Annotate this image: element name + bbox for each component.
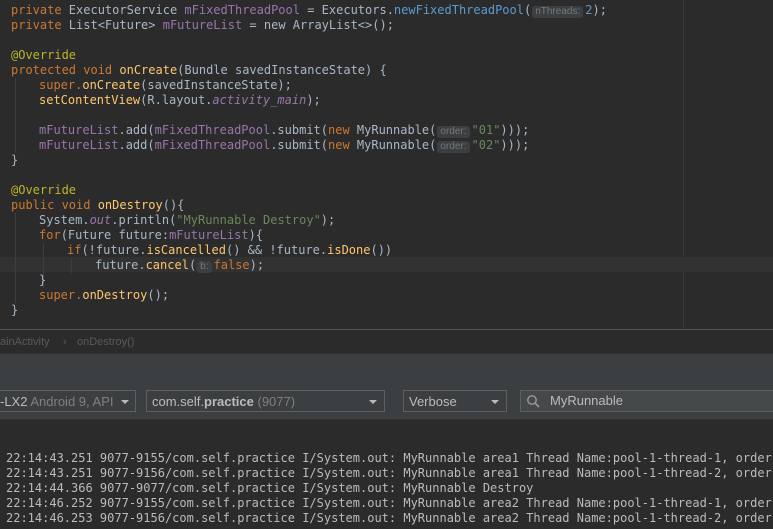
log-line: 22:14:43.251 9077-9155/com.self.practice…	[6, 451, 773, 465]
code-line: future.cancel(b: false);	[95, 258, 265, 273]
log-line: 22:14:46.253 9077-9156/com.self.practice…	[6, 511, 773, 525]
code-line: private List<Future> mFutureList = new A…	[11, 18, 394, 32]
log-level-dropdown[interactable]: Verbose	[403, 390, 507, 412]
code-line: for(Future future:mFutureList){	[39, 228, 264, 242]
log-line: 22:14:43.251 9077-9156/com.self.practice…	[6, 466, 773, 480]
code-line: setContentView(R.layout.activity_main);	[39, 93, 321, 107]
code-line: }	[39, 273, 47, 287]
search-value: MyRunnable	[550, 393, 623, 408]
logcat-toolbar: -LX2 Android 9, API com.self.practice (9…	[0, 385, 773, 419]
breadcrumb-method[interactable]: onDestroy()	[77, 336, 134, 348]
indent-guide	[15, 213, 16, 303]
log-line: 22:14:44.366 9077-9077/com.self.practice…	[6, 481, 534, 495]
code-line: mFutureList.add(mFixedThreadPool.submit(…	[39, 138, 530, 153]
device-detail: Android 9, API	[27, 394, 114, 409]
search-icon	[527, 395, 540, 408]
chevron-down-icon	[369, 400, 377, 404]
code-line: mFutureList.add(mFixedThreadPool.submit(…	[39, 123, 530, 138]
right-margin-guide	[683, 0, 684, 329]
log-level-value: Verbose	[409, 394, 457, 409]
code-line: protected void onCreate(Bundle savedInst…	[11, 63, 387, 77]
breadcrumb-separator: ›	[63, 336, 67, 348]
log-output[interactable]: 22:14:43.251 9077-9155/com.self.practice…	[0, 420, 773, 529]
code-line: }	[11, 303, 19, 317]
param-hint: order:	[437, 126, 470, 138]
code-line: super.onCreate(savedInstanceState);	[39, 78, 292, 92]
code-line: @Override	[11, 183, 77, 197]
chevron-down-icon	[121, 400, 129, 404]
param-hint: nThreads:	[532, 6, 584, 18]
breadcrumb-class[interactable]: ainActivity	[0, 336, 50, 348]
indent-guide	[71, 258, 72, 273]
code-line: }	[11, 153, 19, 167]
process-pid: (9077)	[253, 394, 296, 409]
code-line: super.onDestroy();	[39, 288, 170, 302]
code-line: if(!future.isCancelled() && !future.isDo…	[67, 243, 393, 257]
chevron-down-icon	[491, 400, 499, 404]
code-line: private ExecutorService mFixedThreadPool…	[11, 3, 607, 18]
process-dropdown[interactable]: com.self.practice (9077)	[146, 390, 385, 412]
log-search-input[interactable]: MyRunnable	[520, 390, 773, 412]
code-line: public void onDestroy(){	[11, 198, 185, 212]
code-line: @Override	[11, 48, 77, 62]
log-line: 22:14:46.252 9077-9155/com.self.practice…	[6, 496, 773, 510]
device-name: -LX2	[0, 394, 28, 409]
process-package-name: practice	[204, 394, 254, 409]
logcat-header-area	[0, 353, 773, 386]
param-hint: order:	[437, 141, 470, 153]
indent-guide	[15, 78, 16, 153]
breadcrumb: ainActivity › onDestroy()	[0, 329, 773, 354]
device-dropdown[interactable]: -LX2 Android 9, API	[0, 390, 136, 412]
process-package: com.self.	[152, 394, 205, 409]
code-editor[interactable]: private ExecutorService mFixedThreadPool…	[0, 0, 773, 329]
code-line: System.out.println("MyRunnable Destroy")…	[39, 213, 336, 227]
param-hint: b:	[197, 261, 212, 273]
